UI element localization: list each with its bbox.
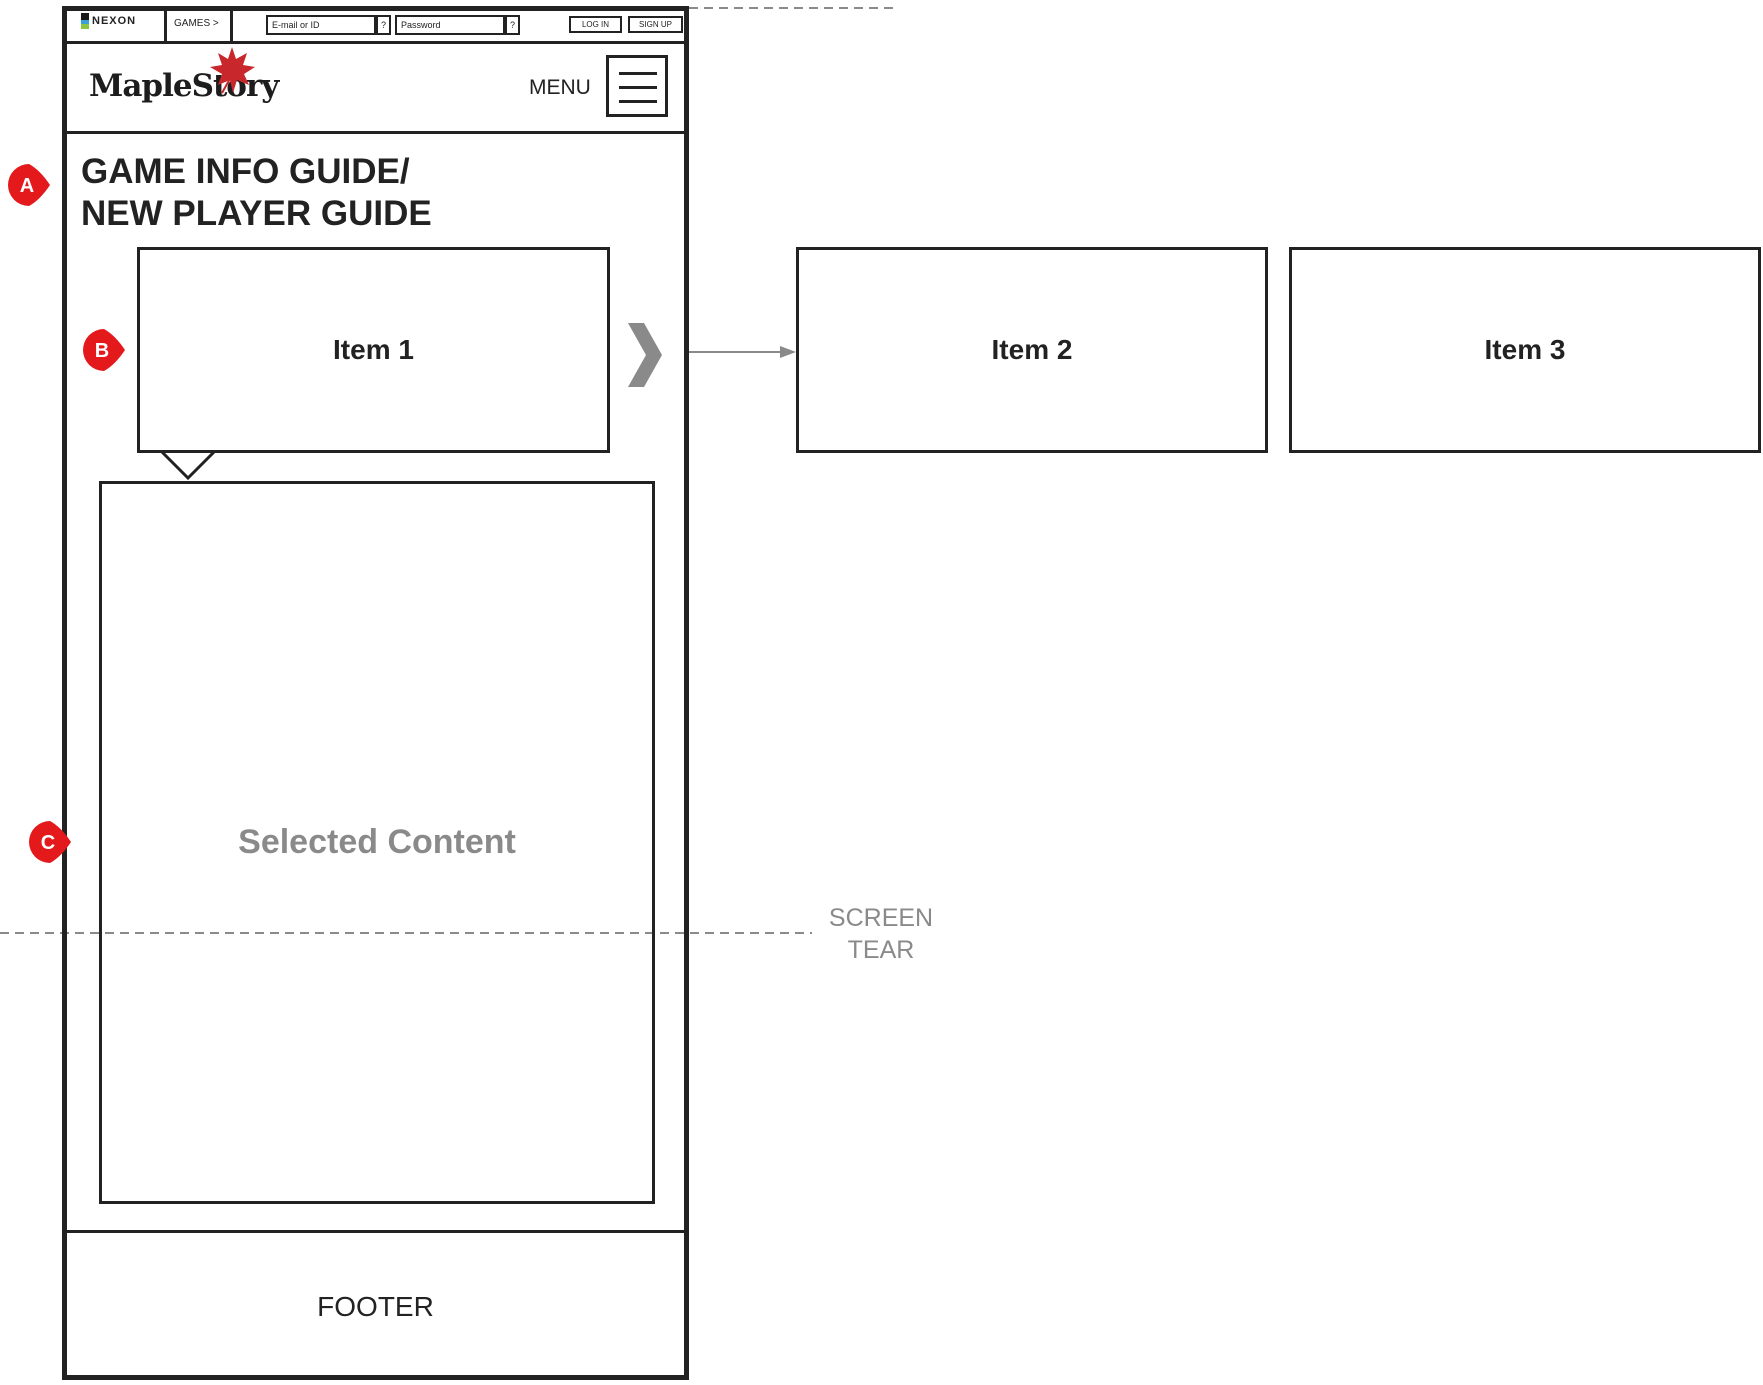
menu-label[interactable]: MENU <box>529 76 591 100</box>
bar-divider <box>164 6 167 43</box>
screen-tear-line-1: SCREEN <box>828 904 934 932</box>
nexon-logo-text: NEXON <box>92 15 137 27</box>
marker-b-label: B <box>95 340 109 362</box>
hamburger-menu-button[interactable] <box>606 55 668 117</box>
nexon-logo[interactable]: NEXON <box>81 13 136 29</box>
carousel-next-icon[interactable] <box>626 321 664 389</box>
email-help-button[interactable]: ? <box>376 15 391 35</box>
login-button[interactable]: LOG IN <box>569 16 622 33</box>
hamburger-line <box>619 100 657 103</box>
email-field[interactable]: E-mail or ID <box>266 15 376 35</box>
nexon-mark-icon <box>81 13 89 29</box>
marker-a-label: A <box>20 175 34 197</box>
annotation-marker-a: A <box>8 164 50 206</box>
selected-content-panel: Selected Content <box>99 481 655 1204</box>
hamburger-line <box>619 86 657 89</box>
screen-tear-line-2: TEAR <box>847 936 915 964</box>
carousel-item-2[interactable]: Item 2 <box>796 247 1268 453</box>
maple-leaf-icon <box>210 47 255 94</box>
annotation-marker-c: C <box>29 821 71 863</box>
carousel-arrow-head <box>780 346 796 358</box>
carousel-item-3[interactable]: Item 3 <box>1289 247 1761 453</box>
marker-c-label: C <box>41 832 55 854</box>
item-pointer <box>160 450 216 481</box>
annotation-marker-b: B <box>83 329 125 371</box>
games-link[interactable]: GAMES > <box>174 18 219 29</box>
page-title-line-1: GAME INFO GUIDE/ <box>81 152 410 191</box>
password-help-button[interactable]: ? <box>505 15 520 35</box>
page-title: GAME INFO GUIDE/ NEW PLAYER GUIDE <box>81 151 432 235</box>
footer: FOOTER <box>62 1230 689 1380</box>
hamburger-line <box>619 72 657 75</box>
page-title-line-2: NEW PLAYER GUIDE <box>81 194 432 233</box>
carousel-item-1[interactable]: Item 1 <box>137 247 610 453</box>
bar-divider <box>230 6 233 43</box>
password-field[interactable]: Password <box>395 15 505 35</box>
signup-button[interactable]: SIGN UP <box>628 16 683 33</box>
screen-tear-label: SCREEN TEAR <box>820 902 942 966</box>
